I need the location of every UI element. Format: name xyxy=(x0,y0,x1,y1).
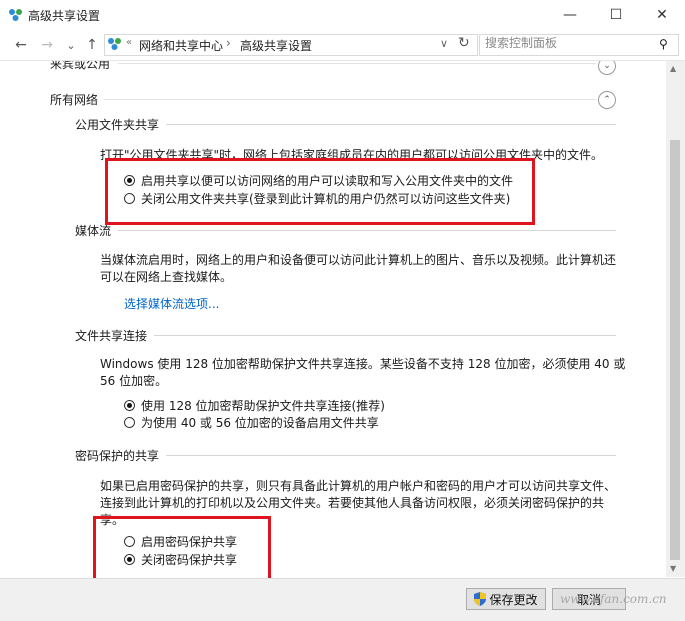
password-desc-line2: 连接到此计算机的打印机以及公用文件夹。若要使其他人具备访问权限，必须关闭密码保护… xyxy=(100,496,605,510)
expand-chevron-down-icon[interactable]: ⌄ xyxy=(598,61,616,75)
watermark: www.cfan.com.cn xyxy=(560,592,667,606)
scroll-up-icon[interactable]: ▲ xyxy=(670,64,676,73)
network-sharing-icon xyxy=(9,9,22,21)
close-icon: ✕ xyxy=(656,7,668,23)
back-button[interactable]: ← xyxy=(12,36,30,54)
maximize-button[interactable]: ☐ xyxy=(593,0,639,30)
highlight-box-password xyxy=(93,516,271,583)
search-input[interactable] xyxy=(485,36,655,50)
forward-arrow-icon: → xyxy=(41,37,53,53)
file-conn-desc-line2: 56 位加密。 xyxy=(100,374,168,388)
section-all-networks: 所有网络 xyxy=(50,93,99,107)
divider xyxy=(118,63,596,64)
collapse-chevron-up-icon[interactable]: ⌃ xyxy=(598,91,616,109)
search-icon[interactable]: ⚲ xyxy=(659,37,668,51)
close-button[interactable]: ✕ xyxy=(639,0,685,30)
section-guest-public: 来宾或公用 xyxy=(50,61,111,71)
media-options-link[interactable]: 选择媒体流选项... xyxy=(124,295,219,312)
breadcrumb-advanced-sharing[interactable]: 高级共享设置 xyxy=(240,37,312,54)
refresh-icon[interactable]: ↻ xyxy=(458,35,470,51)
file-conn-40-label[interactable]: 为使用 40 或 56 位加密的设备启用文件共享 xyxy=(141,414,379,431)
breadcrumb-overflow-icon[interactable]: « xyxy=(126,37,132,48)
breadcrumb-arrow-icon[interactable]: › xyxy=(226,36,231,50)
divider xyxy=(104,99,596,100)
window-title: 高级共享设置 xyxy=(28,9,101,23)
divider xyxy=(166,455,616,456)
address-dropdown-icon[interactable]: ∨ xyxy=(440,37,448,50)
file-conn-128-label[interactable]: 使用 128 位加密帮助保护文件共享连接(推荐) xyxy=(141,397,385,414)
highlight-box-public-folder xyxy=(105,158,535,225)
password-heading: 密码保护的共享 xyxy=(75,449,160,463)
file-conn-40-radio[interactable] xyxy=(124,417,135,428)
forward-button[interactable]: → xyxy=(38,36,56,54)
file-conn-heading: 文件共享连接 xyxy=(75,329,148,343)
uac-shield-icon xyxy=(474,592,487,606)
media-desc-line2: 可以在网络上查找媒体。 xyxy=(100,270,233,284)
file-conn-desc-line1: Windows 使用 128 位加密帮助保护文件共享连接。某些设备不支持 128… xyxy=(100,357,626,371)
divider xyxy=(154,335,616,336)
file-conn-128-radio[interactable] xyxy=(124,400,135,411)
save-changes-button[interactable]: 保存更改 xyxy=(466,588,546,610)
up-button[interactable]: ↑ xyxy=(83,36,101,54)
chevron-down-icon: ⌄ xyxy=(66,38,76,52)
divider xyxy=(166,124,616,125)
breadcrumb-network-center[interactable]: 网络和共享中心 xyxy=(139,37,223,54)
back-arrow-icon: ← xyxy=(15,37,27,53)
media-desc-line1: 当媒体流启用时，网络上的用户和设备便可以访问此计算机上的图片、音乐以及视频。此计… xyxy=(100,253,617,267)
scroll-down-icon[interactable]: ▼ xyxy=(670,564,676,573)
public-folder-heading: 公用文件夹共享 xyxy=(75,118,160,132)
minimize-icon: — xyxy=(563,7,577,23)
network-sharing-icon xyxy=(108,38,121,50)
save-changes-label: 保存更改 xyxy=(489,592,538,607)
divider xyxy=(118,230,616,231)
up-arrow-icon: ↑ xyxy=(86,37,98,53)
minimize-button[interactable]: — xyxy=(547,0,593,30)
password-desc-line1: 如果已启用密码保护的共享，则只有具备此计算机的用户帐户和密码的用户才可以访问共享… xyxy=(100,479,617,493)
scrollbar-thumb[interactable] xyxy=(670,140,680,560)
maximize-icon: ☐ xyxy=(609,7,623,23)
recent-locations-button[interactable]: ⌄ xyxy=(62,36,80,54)
settings-content: 来宾或公用 ⌄ 所有网络 ⌃ 公用文件夹共享 打开"公用文件夹共享"时，网络上包… xyxy=(0,61,665,577)
